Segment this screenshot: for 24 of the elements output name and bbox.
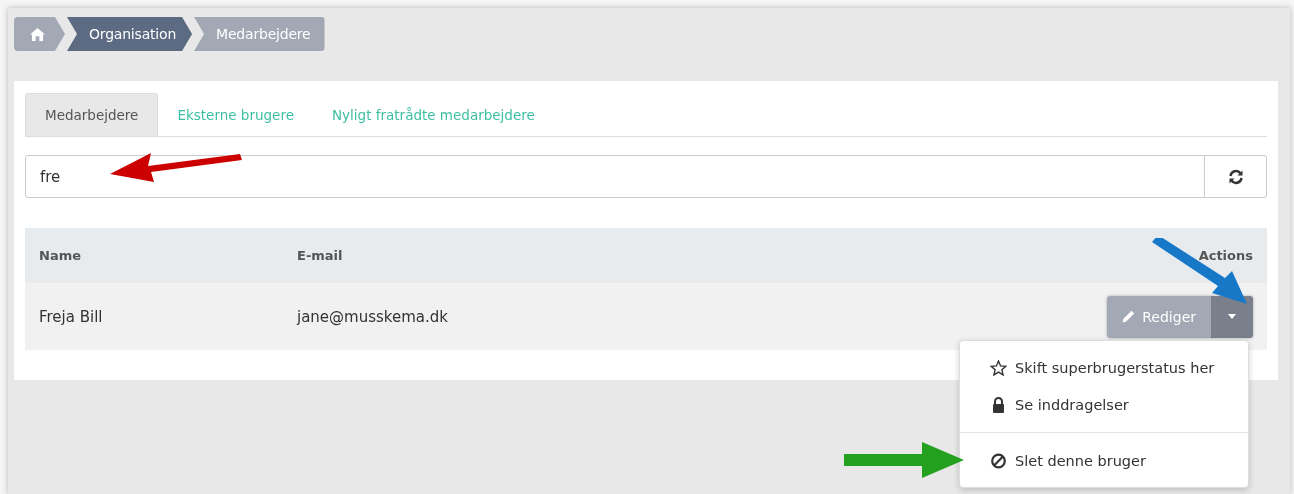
- table-cell-text: jane@musskema.dk: [297, 307, 449, 326]
- block-icon: [990, 452, 1007, 469]
- menu-item[interactable]: Slet denne bruger: [960, 442, 1248, 479]
- column-header: Name: [39, 248, 82, 263]
- menu-item[interactable]: Se inddragelser: [960, 386, 1248, 423]
- refresh-icon: [1227, 168, 1244, 185]
- menu-item[interactable]: Skift superbrugerstatus her: [960, 349, 1248, 386]
- table-cell-text: Freja Bill: [39, 307, 104, 326]
- refresh-button[interactable]: [1205, 155, 1267, 198]
- star-icon: [990, 359, 1007, 376]
- lock-icon: [990, 396, 1007, 413]
- column-header: Actions: [1198, 248, 1253, 263]
- pencil-icon: [1122, 310, 1136, 323]
- tab[interactable]: Medarbejdere: [25, 93, 159, 136]
- menu-item-label: Slet denne bruger: [1015, 452, 1146, 469]
- home-breadcrumb[interactable]: [14, 17, 65, 51]
- breadcrumb-link[interactable]: Organisation: [67, 17, 193, 51]
- menu-item-label: Se inddragelser: [1015, 396, 1129, 413]
- search-field[interactable]: fre: [25, 155, 1205, 198]
- dropdown-toggle[interactable]: [1211, 295, 1253, 338]
- caret-icon: [1228, 314, 1236, 319]
- column-header: E-mail: [297, 248, 344, 263]
- menu-item-label: Skift superbrugerstatus her: [1015, 359, 1215, 376]
- home-icon: [30, 27, 45, 41]
